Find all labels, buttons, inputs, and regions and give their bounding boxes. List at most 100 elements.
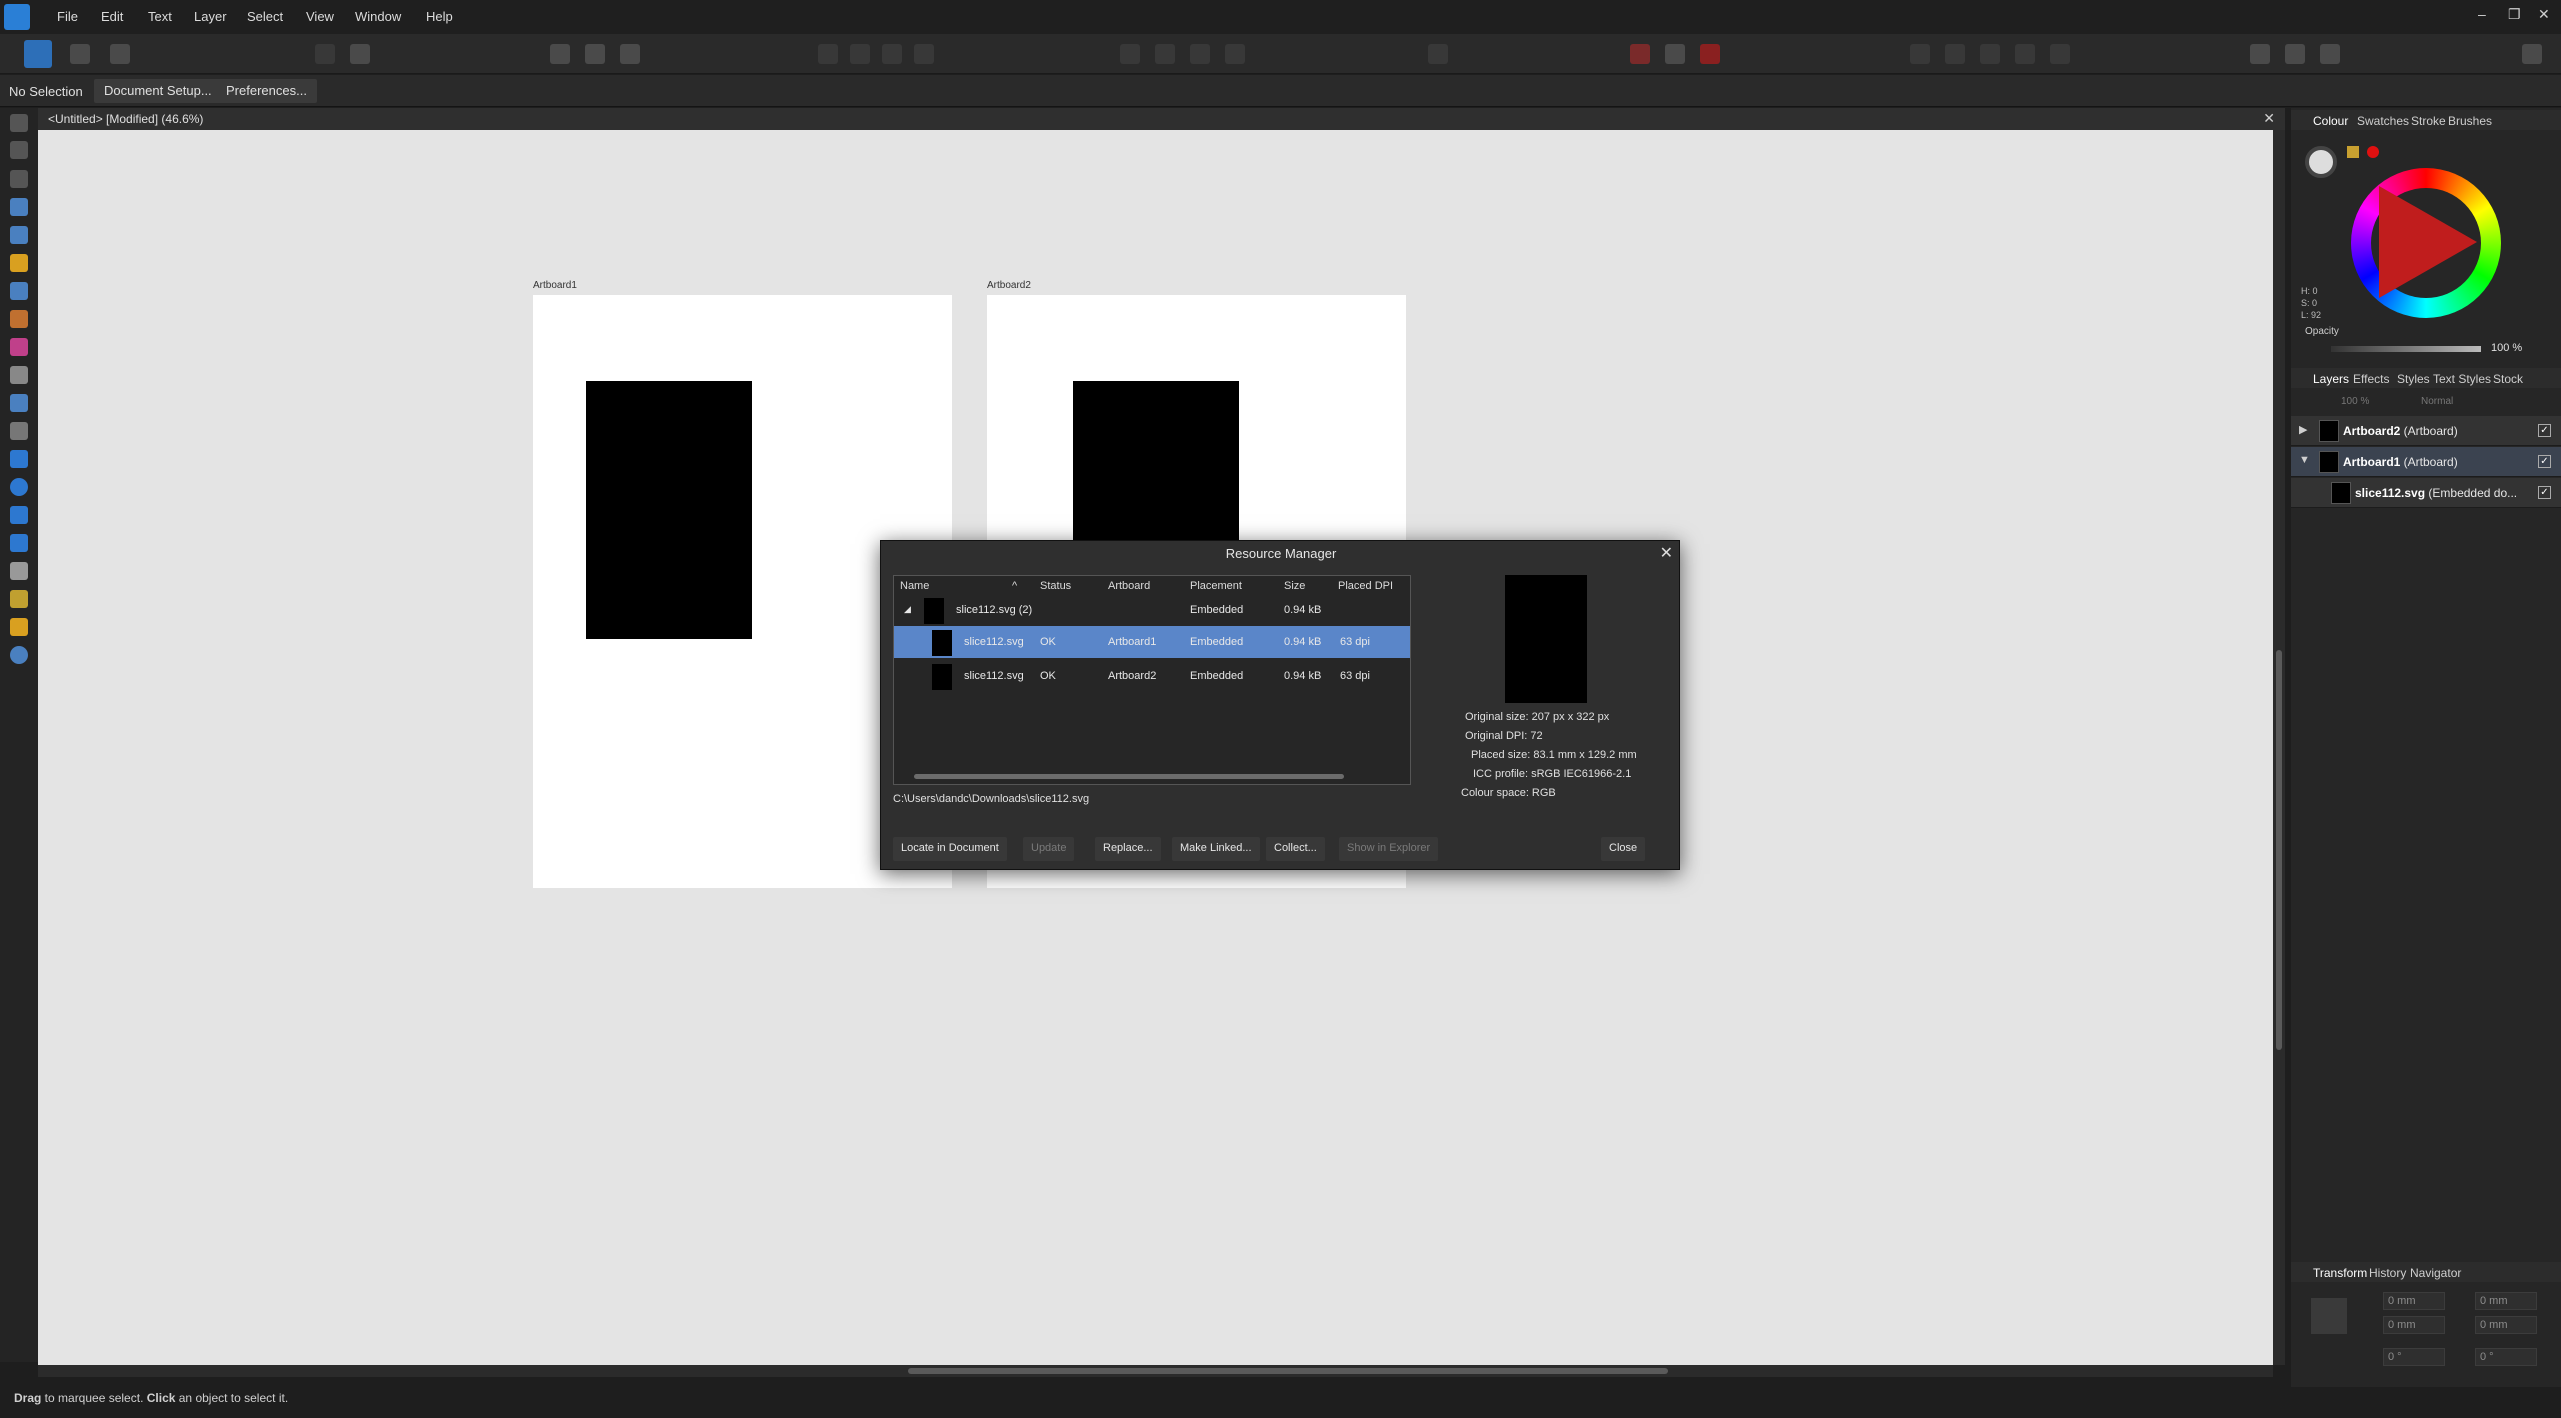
table-row-group[interactable]: ◢ slice112.svg (2) Embedded 0.94 kB (894, 594, 1410, 626)
transform-h-field[interactable]: 0 mm (2475, 1316, 2537, 1334)
toolbar-icon-15[interactable] (1665, 44, 1685, 64)
tab-text-styles[interactable]: Text Styles (2433, 372, 2491, 386)
restore-icon[interactable]: ❐ (2508, 6, 2521, 23)
locate-in-document-button[interactable]: Locate in Document (893, 837, 1007, 861)
vertical-scrollbar[interactable] (2273, 130, 2285, 1365)
place-image-tool-icon[interactable] (10, 394, 28, 412)
toolbar-icon-5[interactable] (620, 44, 640, 64)
horizontal-scroll-thumb[interactable] (908, 1368, 1668, 1374)
menu-edit[interactable]: Edit (101, 9, 123, 24)
menu-help[interactable]: Help (426, 9, 453, 24)
point-transform-tool-icon[interactable] (10, 226, 28, 244)
table-horizontal-scrollbar[interactable] (914, 774, 1344, 779)
toolbar-icon-1[interactable] (315, 44, 335, 64)
blend-mode[interactable]: Normal (2421, 396, 2453, 407)
ellipse-tool-icon[interactable] (10, 478, 28, 496)
pencil-tool-icon[interactable] (10, 282, 28, 300)
zoom-tool-icon[interactable] (10, 646, 28, 664)
opacity-slider[interactable] (2331, 346, 2481, 352)
transparency-tool-icon[interactable] (10, 366, 28, 384)
show-in-explorer-button[interactable]: Show in Explorer (1339, 837, 1439, 861)
column-placed-dpi[interactable]: Placed DPI (1338, 580, 1393, 592)
minimize-icon[interactable]: – (2478, 6, 2486, 22)
toolbar-icon-17[interactable] (1945, 44, 1965, 64)
no-colour-icon[interactable] (2367, 146, 2379, 158)
view-tool-icon[interactable] (10, 618, 28, 636)
menu-layer[interactable]: Layer (194, 9, 227, 24)
tab-stock[interactable]: Stock (2493, 372, 2523, 386)
toolbar-icon-19[interactable] (2015, 44, 2035, 64)
text-tool-icon[interactable] (10, 562, 28, 580)
snapping-icon[interactable] (1630, 44, 1650, 64)
anchor-point-selector[interactable] (2311, 1298, 2347, 1334)
fill-stroke-swatch[interactable] (2305, 146, 2337, 178)
replace-button[interactable]: Replace... (1095, 837, 1161, 861)
make-linked-button[interactable]: Make Linked... (1172, 837, 1260, 861)
column-status[interactable]: Status (1040, 580, 1071, 592)
collapse-group-icon[interactable]: ◢ (904, 604, 911, 615)
toolbar-icon-12[interactable] (1190, 44, 1210, 64)
toolbar-icon-16[interactable] (1910, 44, 1930, 64)
toolbar-icon-8[interactable] (882, 44, 902, 64)
affinity-designer-logo[interactable] (4, 4, 30, 30)
menu-view[interactable]: View (306, 9, 334, 24)
colour-picker-icon[interactable] (2347, 146, 2359, 158)
toolbar-icon-11[interactable] (1155, 44, 1175, 64)
collapse-icon[interactable]: ▼ (2299, 454, 2310, 466)
opacity-value[interactable]: 100 % (2491, 342, 2522, 354)
corner-tool-icon[interactable] (10, 198, 28, 216)
menu-file[interactable]: File (57, 9, 78, 24)
menu-select[interactable]: Select (247, 9, 283, 24)
toolbar-icon-23[interactable] (2320, 44, 2340, 64)
column-name[interactable]: Name (900, 580, 929, 592)
rectangle-tool-icon[interactable] (10, 450, 28, 468)
toolbar-icon-3[interactable] (550, 44, 570, 64)
svg-image-artboard1[interactable] (586, 381, 752, 639)
tab-transform[interactable]: Transform (2313, 1266, 2367, 1280)
toolbar-icon-14[interactable] (1428, 44, 1448, 64)
document-tab[interactable]: <Untitled> [Modified] (46.6%) ✕ (38, 108, 2285, 130)
document-setup-button[interactable]: Document Setup... (94, 79, 222, 103)
tab-history[interactable]: History (2369, 1266, 2406, 1280)
close-button[interactable]: Close (1601, 837, 1646, 861)
table-row[interactable]: slice112.svg OK Artboard2 Embedded 0.94 … (894, 660, 1410, 692)
node-tool-icon[interactable] (10, 170, 28, 188)
close-window-icon[interactable]: ✕ (2538, 6, 2550, 23)
tab-effects[interactable]: Effects (2353, 372, 2389, 386)
pen-tool-icon[interactable] (10, 254, 28, 272)
collect-button[interactable]: Collect... (1266, 837, 1325, 861)
resource-table[interactable]: Name ^ Status Artboard Placement Size Pl… (893, 575, 1411, 785)
menu-text[interactable]: Text (148, 9, 172, 24)
menu-window[interactable]: Window (355, 9, 401, 24)
toolbar-icon-18[interactable] (1980, 44, 2000, 64)
column-artboard[interactable]: Artboard (1108, 580, 1150, 592)
dialog-close-icon[interactable]: ✕ (1660, 543, 1673, 563)
toolbar-icon-20[interactable] (2050, 44, 2070, 64)
tab-styles[interactable]: Styles (2397, 372, 2430, 386)
expand-icon[interactable]: ▶ (2299, 423, 2307, 436)
vector-brush-tool-icon[interactable] (10, 310, 28, 328)
column-size[interactable]: Size (1284, 580, 1305, 592)
vertical-scroll-thumb[interactable] (2276, 650, 2282, 1050)
column-placement[interactable]: Placement (1190, 580, 1242, 592)
update-button[interactable]: Update (1023, 837, 1075, 861)
toolbar-icon-4[interactable] (585, 44, 605, 64)
heart-tool-icon[interactable] (10, 534, 28, 552)
sort-icon[interactable]: ^ (1012, 580, 1017, 592)
toolbar-icon-6[interactable] (818, 44, 838, 64)
fill-tool-icon[interactable] (10, 338, 28, 356)
transform-shear-field[interactable]: 0 ° (2475, 1348, 2537, 1366)
export-persona-icon[interactable] (110, 44, 130, 64)
toolbar-icon-2[interactable] (350, 44, 370, 64)
tab-brushes[interactable]: Brushes (2448, 114, 2492, 128)
toolbar-icon-10[interactable] (1120, 44, 1140, 64)
horizontal-scrollbar[interactable] (38, 1365, 2273, 1377)
crop-tool-icon[interactable] (10, 422, 28, 440)
table-row[interactable]: slice112.svg OK Artboard1 Embedded 0.94 … (894, 626, 1410, 658)
transform-w-field[interactable]: 0 mm (2475, 1292, 2537, 1310)
layer-artboard1[interactable]: ▼ Artboard1 (Artboard) ✓ (2291, 447, 2561, 477)
preferences-button[interactable]: Preferences... (216, 79, 317, 103)
close-document-icon[interactable]: ✕ (2263, 110, 2275, 127)
pixel-persona-icon[interactable] (70, 44, 90, 64)
transform-rotation-field[interactable]: 0 ° (2383, 1348, 2445, 1366)
